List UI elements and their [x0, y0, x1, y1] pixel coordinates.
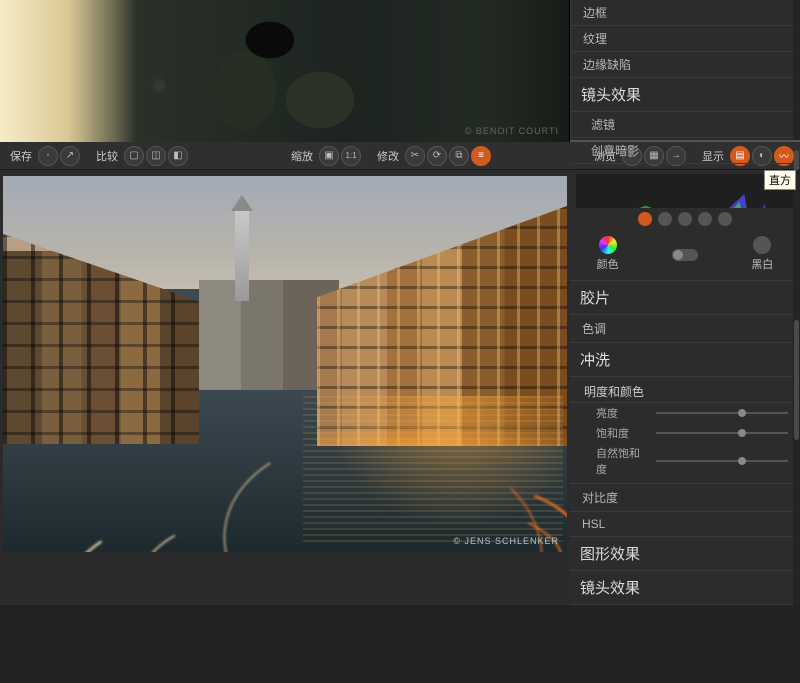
hist-tab-rgb[interactable]: [638, 212, 652, 226]
compare-single-icon[interactable]: ▢: [124, 146, 144, 166]
adjust-panel: 颜色 黑白 胶片 色调 冲洗 明度和颜色 亮度 饱和度 自然饱和度 对比度: [570, 170, 800, 605]
hist-tab-r[interactable]: [658, 212, 672, 226]
section-develop[interactable]: 冲洗: [570, 343, 800, 377]
zoom-fit-icon[interactable]: ▣: [319, 146, 339, 166]
mode-bw[interactable]: 黑白: [751, 236, 773, 272]
section-graphic-fx[interactable]: 图形效果: [570, 537, 800, 571]
slider-saturation-row: 饱和度: [570, 423, 800, 443]
hist-tab-b[interactable]: [698, 212, 712, 226]
toolbar-edit-label: 修改: [377, 148, 399, 164]
adjust-icon[interactable]: ≡: [471, 146, 491, 166]
section-tone[interactable]: 色调: [570, 315, 800, 343]
mode-bw-label: 黑白: [751, 256, 773, 272]
color-mode-row: 颜色 黑白: [570, 232, 800, 281]
main-image-credit: © JENS SCHLENKER: [453, 536, 559, 546]
main-image-viewport[interactable]: © JENS SCHLENKER: [0, 170, 570, 605]
section-film[interactable]: 胶片: [570, 281, 800, 315]
main-preview-image: © JENS SCHLENKER: [3, 176, 567, 552]
panel-item-creative-vignette[interactable]: 创意暗影: [571, 138, 800, 164]
section-brightness-color[interactable]: 明度和颜色: [570, 377, 800, 403]
histogram-channel-tabs: [570, 210, 800, 232]
section-contrast[interactable]: 对比度: [570, 484, 800, 512]
upper-image-credit: © BENOIT COURTI: [465, 126, 559, 136]
panel-header-lens-effects[interactable]: 镜头效果: [571, 78, 800, 112]
hist-tab-l[interactable]: [718, 212, 732, 226]
rotate-icon[interactable]: ⟳: [427, 146, 447, 166]
main-row: © JENS SCHLENKER 颜色: [0, 170, 800, 605]
color-bw-toggle[interactable]: [672, 249, 698, 261]
slider-saturation-label: 饱和度: [596, 425, 648, 441]
upper-row: © BENOIT COURTI 边框 纹理 边缘缺陷 镜头效果 滤镜 创意暗影 …: [0, 0, 800, 142]
compare-side-icon[interactable]: ◧: [168, 146, 188, 166]
panel-item-filter[interactable]: 滤镜: [571, 112, 800, 138]
slider-vibrance-row: 自然饱和度: [570, 443, 800, 484]
mode-color-label: 颜色: [597, 256, 619, 272]
section-hsl[interactable]: HSL: [570, 512, 800, 537]
slider-vibrance-label: 自然饱和度: [596, 445, 648, 477]
slider-brightness[interactable]: [656, 412, 788, 414]
compare-split-icon[interactable]: ◫: [146, 146, 166, 166]
upper-panel-scrollbar[interactable]: [793, 0, 800, 140]
save-disk-icon[interactable]: ◦: [38, 146, 58, 166]
mode-color[interactable]: 颜色: [597, 236, 619, 272]
panel-item-border[interactable]: 边框: [571, 0, 800, 26]
bottom-empty-area: [0, 605, 800, 683]
toolbar-compare-label: 比较: [96, 148, 118, 164]
adjust-panel-scrollbar[interactable]: [793, 170, 800, 605]
crop-icon[interactable]: ✂: [405, 146, 425, 166]
slider-vibrance[interactable]: [656, 460, 788, 462]
slider-brightness-row: 亮度: [570, 403, 800, 423]
save-export-icon[interactable]: ↗: [60, 146, 80, 166]
bw-circle-icon: [753, 236, 771, 254]
toolbar-zoom-label: 缩放: [291, 148, 313, 164]
histogram[interactable]: [576, 174, 794, 208]
panel-item-edge-defect[interactable]: 边缘缺陷: [571, 52, 800, 78]
color-wheel-icon: [599, 236, 617, 254]
slider-brightness-label: 亮度: [596, 405, 648, 421]
layers-icon[interactable]: ⧉: [449, 146, 469, 166]
zoom-11-button[interactable]: 1:1: [341, 146, 361, 166]
histogram-tooltip: 直方: [764, 170, 796, 190]
toolbar-save-label: 保存: [10, 148, 32, 164]
section-lens-fx[interactable]: 镜头效果: [570, 571, 800, 605]
upper-preview-image: © BENOIT COURTI: [0, 0, 570, 142]
panel-item-texture[interactable]: 纹理: [571, 26, 800, 52]
hist-tab-g[interactable]: [678, 212, 692, 226]
upper-right-panel: 边框 纹理 边缘缺陷 镜头效果 滤镜 创意暗影 模糊: [570, 0, 800, 140]
slider-saturation[interactable]: [656, 432, 788, 434]
mode-toggle[interactable]: [672, 246, 698, 263]
